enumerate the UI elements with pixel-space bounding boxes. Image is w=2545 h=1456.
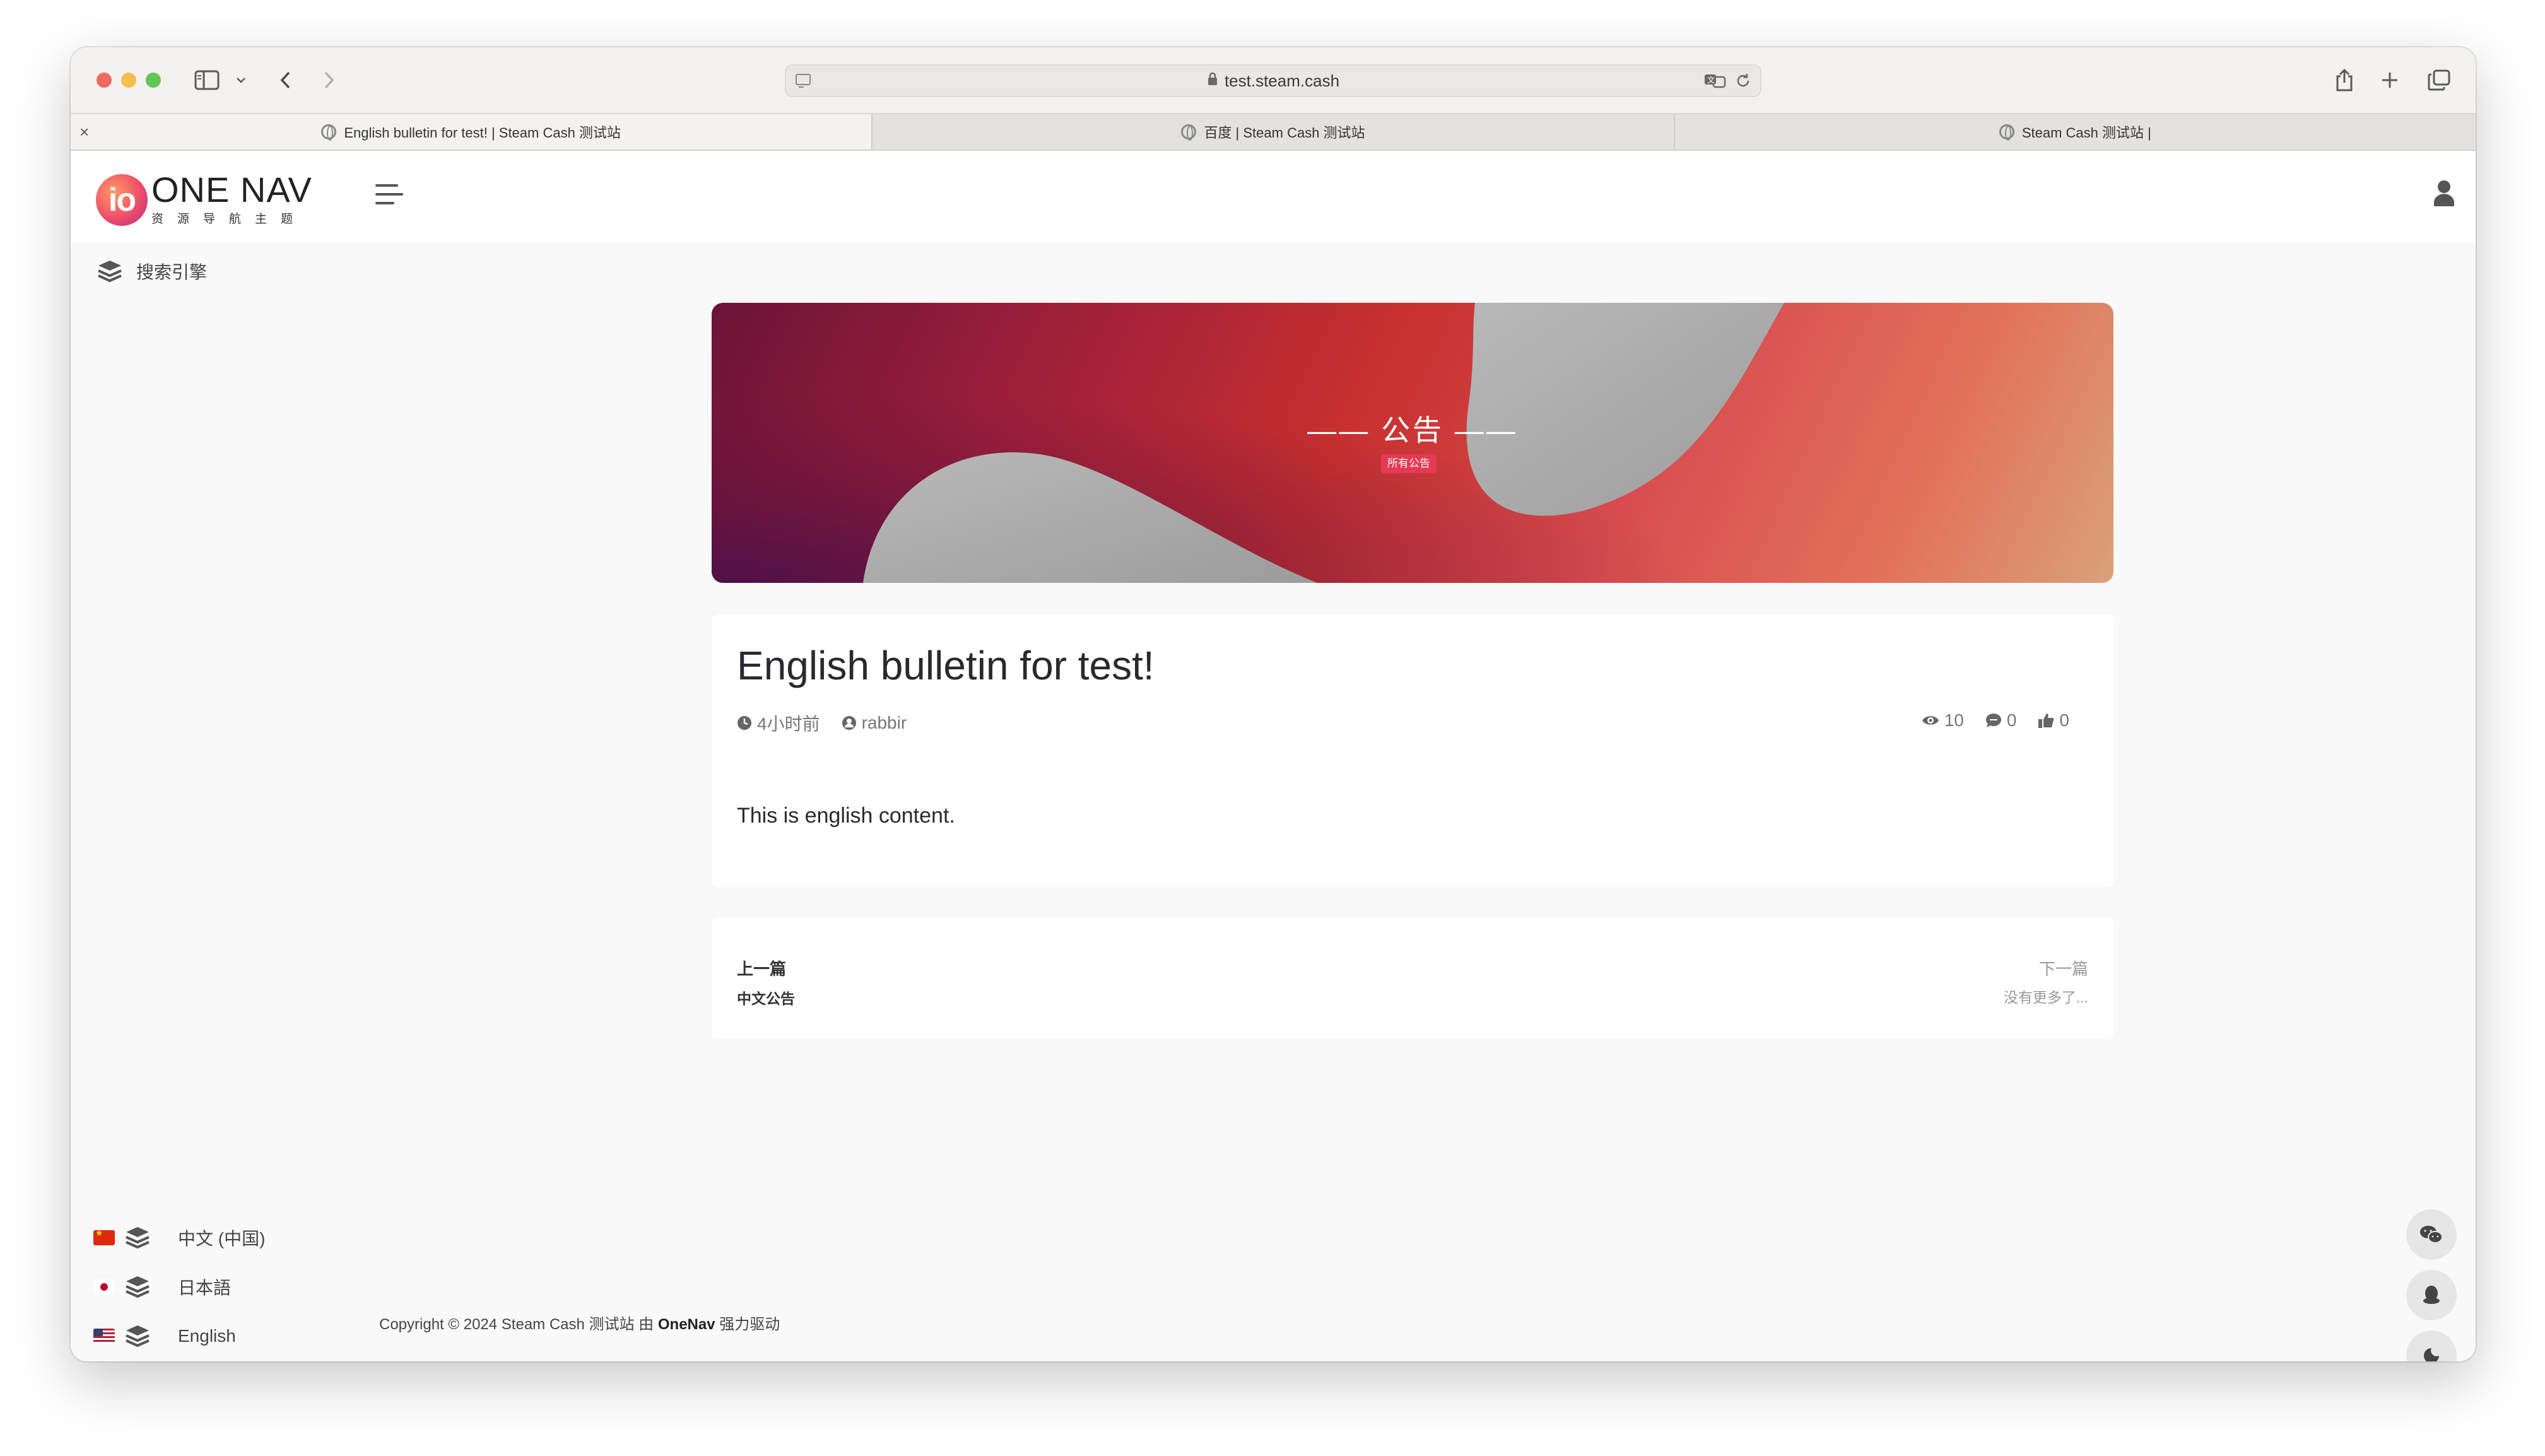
tab-bar: × English bulletin for test! | Steam Cas… (71, 114, 2476, 151)
layers-icon (126, 1276, 150, 1298)
language-item-ja[interactable]: 日本語 (93, 1262, 265, 1312)
browser-titlebar: test.steam.cash 文 (71, 47, 2476, 114)
comment-count: 0 (2006, 710, 2017, 730)
article-title: English bulletin for test! (737, 643, 1155, 688)
article-card: English bulletin for test! 4小时前 rabbir 1… (712, 614, 2113, 887)
menu-toggle-icon[interactable] (375, 184, 403, 211)
dark-mode-icon (2424, 1348, 2439, 1361)
page-content: io ONE NAV 资源导航主题 搜索引擎 —— 公告 —— 所有公告 Eng… (71, 151, 2476, 1361)
logo-mark: io (96, 173, 148, 226)
globe-icon (321, 124, 337, 141)
tab-title: Steam Cash 测试站 | (2021, 125, 2151, 141)
site-logo[interactable]: io ONE NAV 资源导航主题 (96, 170, 312, 226)
address-bar[interactable]: test.steam.cash 文 (785, 64, 1761, 97)
forward-icon[interactable] (318, 66, 341, 94)
prev-post-link[interactable]: 中文公告 (737, 987, 795, 1008)
translate-icon[interactable]: 文 (1703, 72, 1727, 94)
article-author[interactable]: rabbir (862, 713, 907, 733)
tab-baidu[interactable]: 百度 | Steam Cash 测试站 (873, 114, 1675, 150)
tab-title: 百度 | Steam Cash 测试站 (1204, 125, 1365, 141)
tab-steam-cash[interactable]: Steam Cash 测试站 | (1675, 114, 2476, 150)
post-navigation: 上一篇 中文公告 下一篇 没有更多了... (712, 917, 2113, 1038)
sidebar-item-label: 搜索引擎 (136, 262, 208, 282)
language-label: 中文 (中国) (178, 1229, 266, 1248)
author-icon (842, 716, 856, 730)
japan-flag-icon (93, 1279, 115, 1295)
tab-title: English bulletin for test! | Steam Cash … (344, 125, 621, 141)
dark-mode-button[interactable] (2406, 1330, 2457, 1361)
next-post-text: 没有更多了... (2003, 989, 2088, 1006)
page-menu-icon[interactable] (795, 73, 811, 93)
prev-post-label[interactable]: 上一篇 (737, 956, 786, 980)
layers-icon (126, 1325, 150, 1347)
wechat-button[interactable] (2406, 1209, 2457, 1260)
qq-icon (2423, 1286, 2440, 1304)
footer-copyright: Copyright © 2024 Steam Cash 测试站 由 OneNav… (379, 1316, 780, 1333)
china-flag-icon (93, 1230, 115, 1245)
globe-icon (1999, 124, 2014, 141)
article-time: 4小时前 (757, 714, 820, 734)
svg-text:文: 文 (1707, 75, 1715, 85)
logo-title: ONE NAV (151, 170, 312, 209)
article-stats: 10 0 0 (1900, 710, 2069, 731)
banner-title: —— 公告 —— (1307, 414, 1518, 447)
wechat-icon (2420, 1226, 2443, 1243)
thumbs-up-icon[interactable] (2038, 712, 2054, 729)
qq-button[interactable] (2406, 1270, 2457, 1320)
like-count: 0 (2059, 710, 2069, 730)
browser-window: test.steam.cash 文 × English bulletin for… (71, 47, 2476, 1361)
sidebar-item-search-engine[interactable]: 搜索引擎 (97, 259, 207, 284)
clock-icon (738, 716, 751, 730)
comment-icon (1985, 713, 2001, 727)
globe-icon (1181, 124, 1197, 141)
maximize-window-button[interactable] (146, 73, 161, 88)
back-icon[interactable] (274, 66, 297, 94)
site-header: io ONE NAV 资源导航主题 (71, 151, 2476, 243)
close-tab-icon[interactable]: × (79, 122, 89, 142)
user-icon[interactable] (2433, 180, 2455, 209)
close-window-button[interactable] (97, 73, 112, 88)
share-icon[interactable] (2333, 66, 2356, 94)
layers-icon (98, 261, 122, 283)
next-post-label: 下一篇 (2038, 960, 2088, 978)
language-label: English (178, 1326, 236, 1346)
language-switcher: 中文 (中国) 日本語 English (93, 1213, 265, 1361)
layers-icon (126, 1227, 150, 1249)
language-label: 日本語 (178, 1278, 232, 1298)
article-content: This is english content. (737, 804, 955, 828)
us-flag-icon (93, 1329, 115, 1344)
onenav-link[interactable]: OneNav (658, 1316, 715, 1333)
article-meta: 4小时前 rabbir (737, 710, 928, 736)
category-banner: —— 公告 —— 所有公告 (712, 303, 2113, 583)
all-announcements-badge[interactable]: 所有公告 (1381, 454, 1437, 473)
view-count: 10 (1944, 710, 1964, 730)
sidebar-toggle-icon[interactable] (193, 66, 221, 94)
logo-subtitle: 资源导航主题 (151, 213, 307, 226)
language-item-en[interactable]: English (93, 1312, 265, 1361)
minimize-window-button[interactable] (121, 73, 136, 88)
tab-overview-icon[interactable] (2426, 66, 2452, 94)
language-item-zh-cn[interactable]: 中文 (中国) (93, 1213, 265, 1262)
tab-english-bulletin[interactable]: × English bulletin for test! | Steam Cas… (71, 114, 873, 150)
new-tab-icon[interactable] (2378, 66, 2401, 94)
url-text: test.steam.cash (1224, 71, 1340, 90)
chevron-down-icon[interactable] (233, 66, 249, 94)
lock-icon (1207, 71, 1218, 91)
eye-icon (1922, 716, 1939, 725)
reload-icon[interactable] (1735, 73, 1751, 93)
